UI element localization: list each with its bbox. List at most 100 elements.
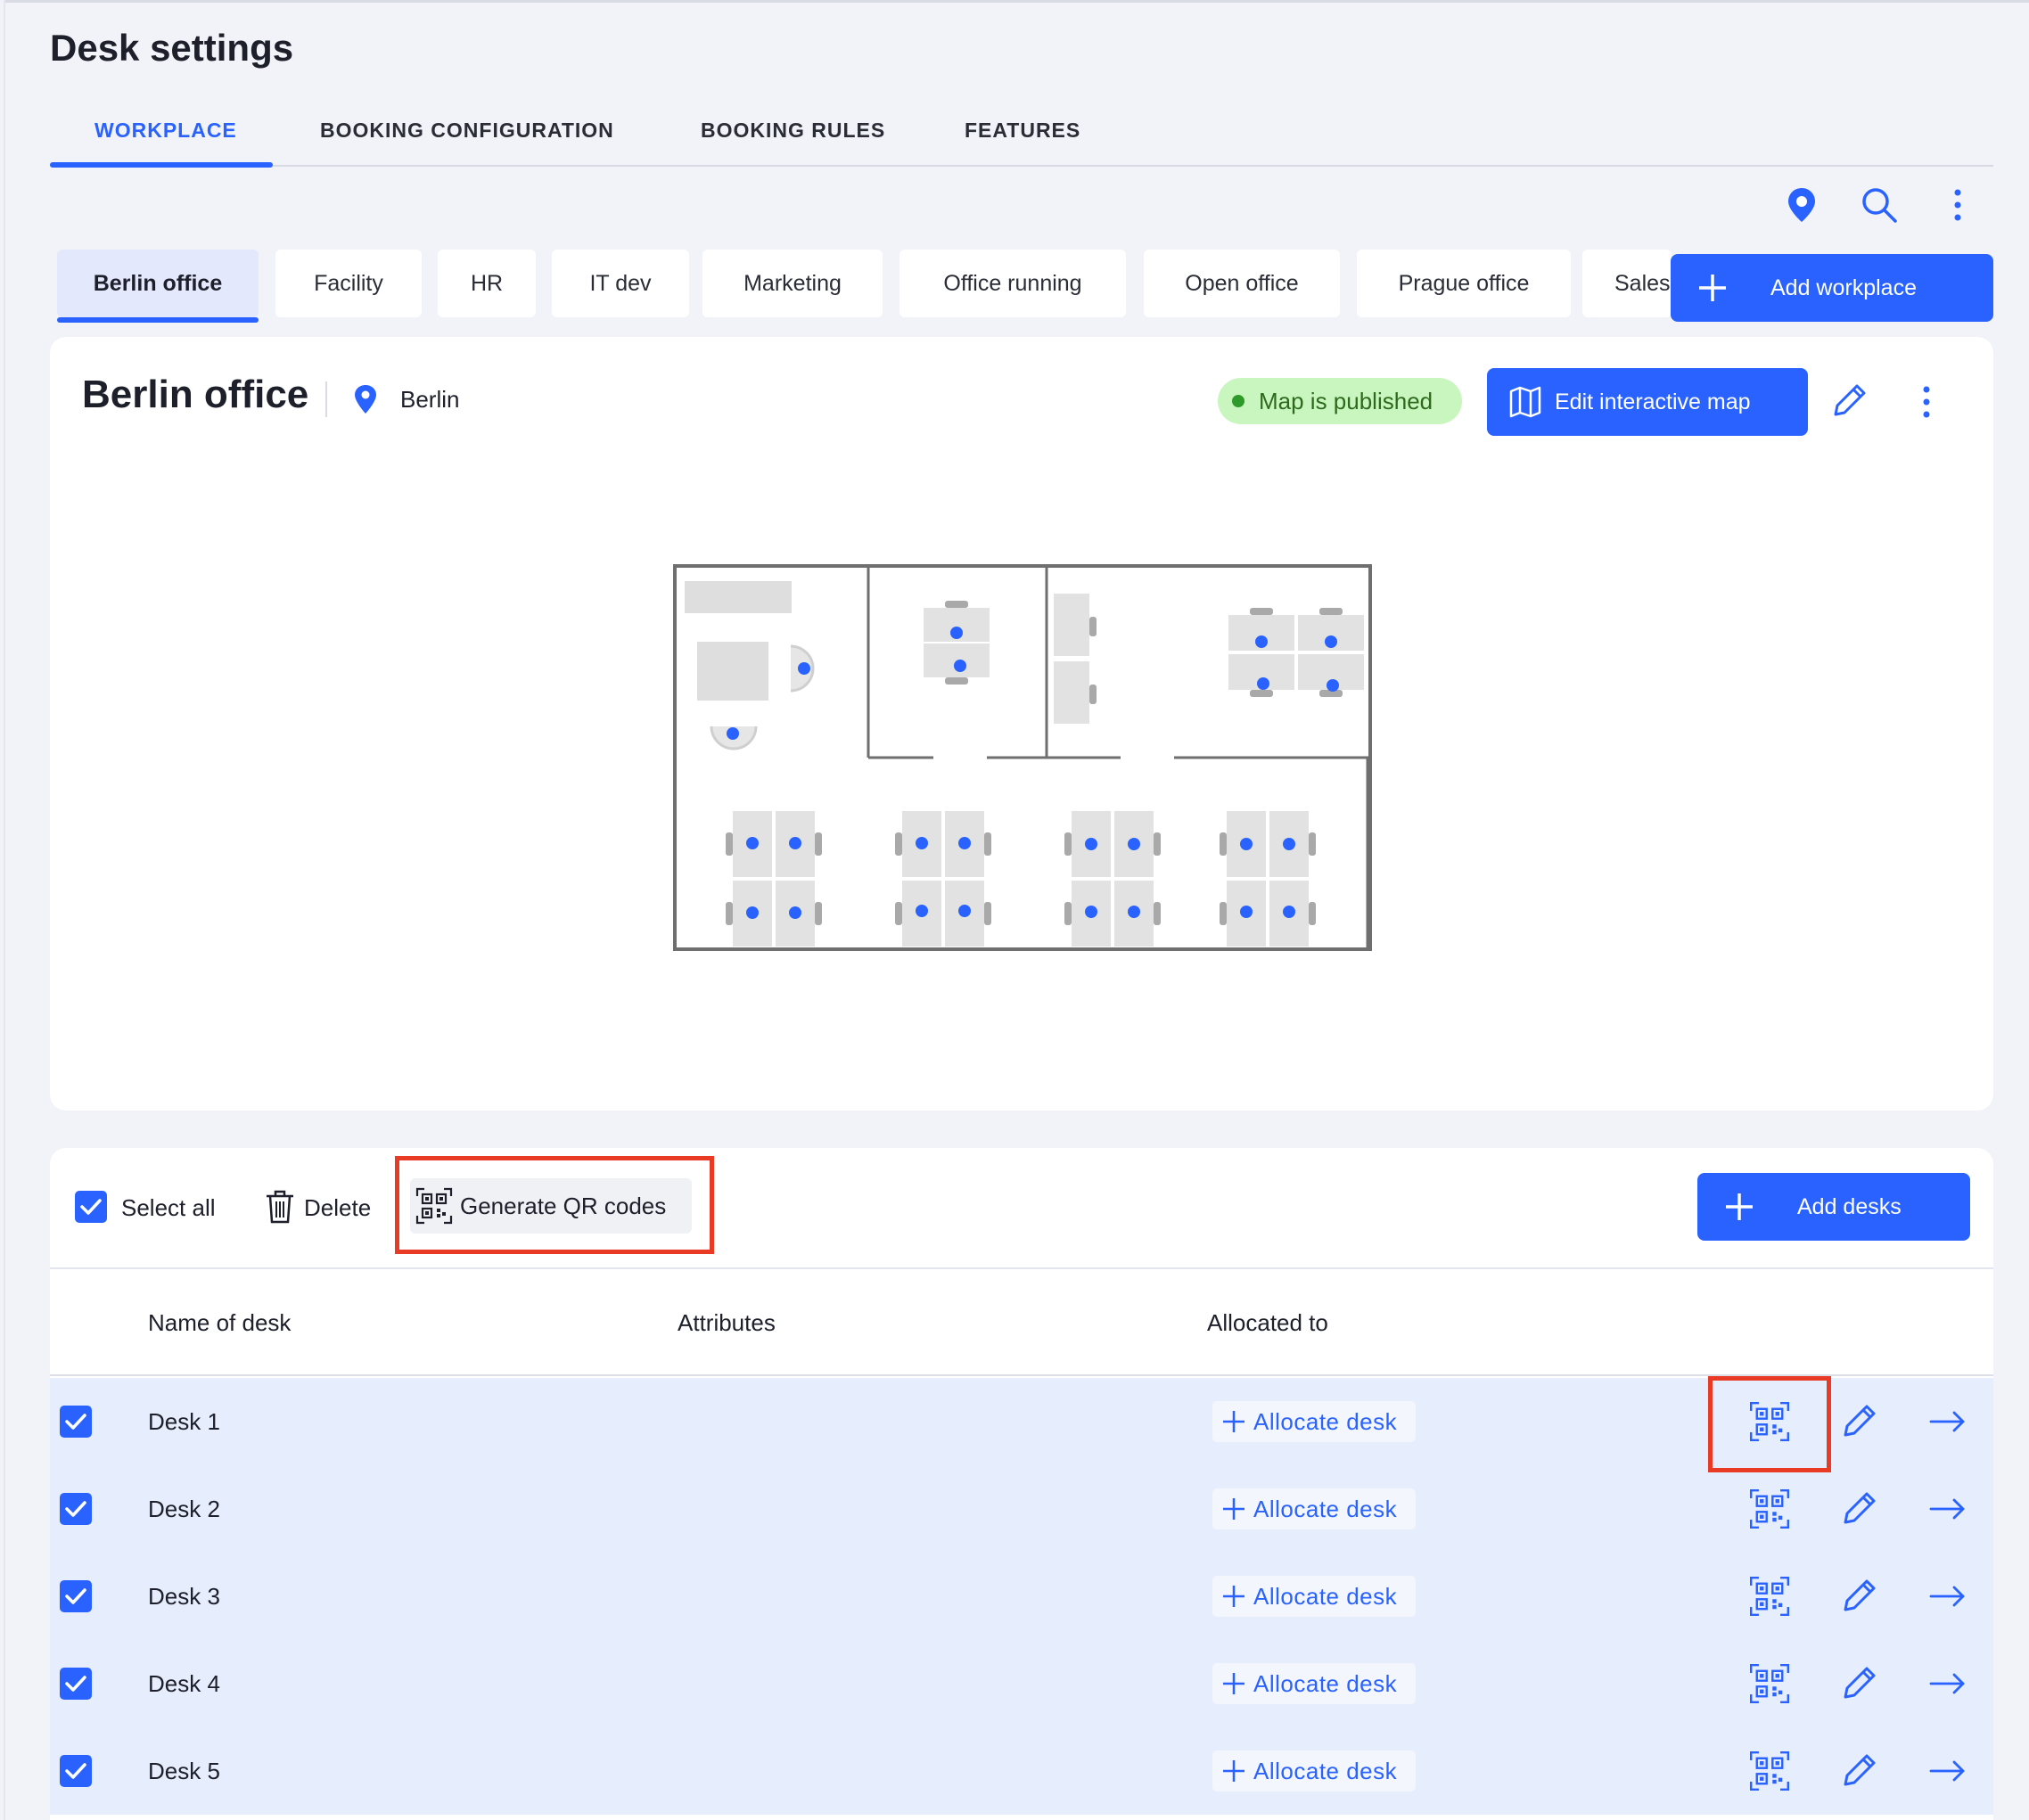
plus-icon — [1726, 1193, 1753, 1220]
left-border — [4, 0, 5, 1820]
active-tab-indicator — [50, 162, 273, 168]
office-floorplan — [673, 564, 1372, 951]
qr-code-icon[interactable] — [1749, 1576, 1790, 1617]
status-dot — [1232, 395, 1245, 407]
desks-table-header: Name of desk Attributes Allocated to — [50, 1267, 1993, 1376]
desk-name: Desk 1 — [148, 1408, 220, 1435]
divider — [325, 381, 327, 417]
pencil-icon[interactable] — [1828, 381, 1869, 422]
pencil-icon[interactable] — [1838, 1488, 1879, 1529]
add-workplace-button[interactable]: Add workplace — [1671, 254, 1993, 322]
allocate-desk-button[interactable]: Allocate desk — [1212, 1488, 1416, 1529]
add-desks-label: Add desks — [1797, 1193, 1902, 1219]
qr-code-icon[interactable] — [1749, 1488, 1790, 1529]
tab-booking-rules[interactable]: BOOKING RULES — [701, 119, 885, 143]
qr-code-icon[interactable] — [1749, 1750, 1790, 1791]
arrow-right-icon[interactable] — [1927, 1576, 1968, 1617]
check-icon — [65, 1676, 86, 1692]
allocate-desk-button[interactable]: Allocate desk — [1212, 1663, 1416, 1704]
plus-icon — [1223, 1760, 1245, 1782]
check-icon — [65, 1763, 86, 1779]
workplace-tab-sales[interactable]: Sales — [1582, 250, 1672, 317]
column-header-attributes[interactable]: Attributes — [678, 1309, 776, 1337]
top-border — [5, 0, 2029, 3]
map-icon — [1509, 386, 1541, 418]
main-tabs: WORKPLACE BOOKING CONFIGURATION BOOKING … — [50, 111, 1993, 168]
check-icon — [65, 1588, 86, 1604]
desk-name: Desk 5 — [148, 1758, 220, 1784]
table-row[interactable]: Desk 2 Allocate desk — [50, 1465, 1993, 1553]
allocate-desk-button[interactable]: Allocate desk — [1212, 1401, 1416, 1442]
add-workplace-label: Add workplace — [1770, 275, 1917, 300]
desk-name: Desk 4 — [148, 1670, 220, 1697]
map-status-label: Map is published — [1259, 387, 1433, 414]
arrow-right-icon[interactable] — [1927, 1488, 1968, 1529]
pencil-icon[interactable] — [1838, 1401, 1879, 1442]
table-row[interactable]: Desk 4 Allocate desk — [50, 1640, 1993, 1727]
allocate-desk-button[interactable]: Allocate desk — [1212, 1750, 1416, 1791]
check-icon — [65, 1501, 86, 1517]
map-status-badge: Map is published — [1218, 378, 1462, 424]
allocate-desk-label: Allocate desk — [1253, 1669, 1398, 1697]
office-name: Berlin office — [82, 373, 309, 416]
plus-icon — [1223, 1498, 1245, 1520]
arrow-right-icon[interactable] — [1927, 1750, 1968, 1791]
select-all-checkbox[interactable] — [75, 1191, 107, 1223]
table-row[interactable]: Desk 1 Allocate desk — [50, 1378, 1993, 1465]
workplace-tab-facility[interactable]: Facility — [275, 250, 422, 317]
row-checkbox[interactable] — [60, 1755, 92, 1787]
table-row[interactable]: Desk 3 Allocate desk — [50, 1553, 1993, 1640]
office-city: Berlin — [400, 386, 460, 413]
workplace-tab-office-running[interactable]: Office running — [899, 250, 1126, 317]
check-icon — [80, 1199, 102, 1215]
add-desks-button[interactable]: Add desks — [1697, 1173, 1970, 1241]
workplace-tab-open-office[interactable]: Open office — [1144, 250, 1340, 317]
plus-icon — [1699, 275, 1726, 301]
table-row[interactable]: Desk 5 Allocate desk — [50, 1727, 1993, 1815]
highlight-box — [1708, 1376, 1831, 1472]
allocate-desk-label: Allocate desk — [1253, 1757, 1398, 1784]
pencil-icon[interactable] — [1838, 1576, 1879, 1617]
workplace-tab-hr[interactable]: HR — [438, 250, 536, 317]
workplace-tab-prague-office[interactable]: Prague office — [1357, 250, 1571, 317]
column-header-name[interactable]: Name of desk — [148, 1309, 291, 1337]
pencil-icon[interactable] — [1838, 1750, 1879, 1791]
desk-name: Desk 3 — [148, 1583, 220, 1610]
row-checkbox[interactable] — [60, 1668, 92, 1700]
pencil-icon[interactable] — [1838, 1663, 1879, 1704]
trash-icon[interactable] — [264, 1189, 296, 1225]
tab-workplace[interactable]: WORKPLACE — [94, 119, 237, 143]
qr-code-icon[interactable] — [1749, 1663, 1790, 1704]
check-icon — [65, 1414, 86, 1430]
tab-booking-configuration[interactable]: BOOKING CONFIGURATION — [320, 119, 614, 143]
column-header-allocated[interactable]: Allocated to — [1207, 1309, 1328, 1337]
allocate-desk-button[interactable]: Allocate desk — [1212, 1576, 1416, 1617]
row-checkbox[interactable] — [60, 1580, 92, 1612]
location-pin-icon — [355, 385, 376, 414]
delete-label[interactable]: Delete — [304, 1194, 371, 1222]
more-vertical-icon[interactable] — [1938, 185, 1977, 225]
arrow-right-icon[interactable] — [1927, 1663, 1968, 1704]
workplace-tab-it-dev[interactable]: IT dev — [552, 250, 689, 317]
row-checkbox[interactable] — [60, 1406, 92, 1438]
allocate-desk-label: Allocate desk — [1253, 1582, 1398, 1610]
plus-icon — [1223, 1586, 1245, 1607]
arrow-right-icon[interactable] — [1927, 1401, 1968, 1442]
plus-icon — [1223, 1673, 1245, 1694]
workplace-tab-marketing[interactable]: Marketing — [702, 250, 883, 317]
workplace-tab-berlin-office[interactable]: Berlin office — [57, 250, 259, 323]
highlight-box — [395, 1156, 714, 1254]
desk-name: Desk 2 — [148, 1496, 220, 1522]
allocate-desk-label: Allocate desk — [1253, 1407, 1398, 1435]
map-pin-icon[interactable] — [1782, 185, 1821, 225]
more-vertical-icon[interactable] — [1908, 383, 1945, 421]
allocate-desk-label: Allocate desk — [1253, 1495, 1398, 1522]
row-checkbox[interactable] — [60, 1493, 92, 1525]
plus-icon — [1223, 1411, 1245, 1432]
select-all-label[interactable]: Select all — [121, 1194, 216, 1222]
edit-map-label: Edit interactive map — [1555, 389, 1751, 414]
tab-features[interactable]: FEATURES — [965, 119, 1080, 143]
search-icon[interactable] — [1860, 185, 1899, 225]
page-title: Desk settings — [50, 27, 294, 69]
edit-interactive-map-button[interactable]: Edit interactive map — [1487, 368, 1808, 436]
